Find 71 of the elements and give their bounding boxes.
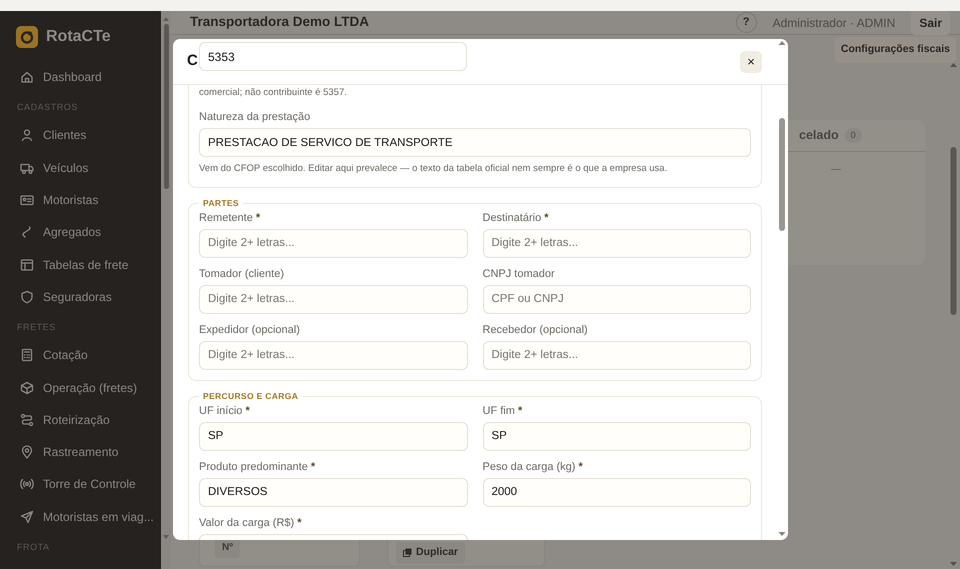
field-label: UF fim *: [482, 404, 524, 418]
cfop-field[interactable]: 5353: [199, 42, 467, 71]
page-scrollbar[interactable]: [949, 63, 958, 568]
field-label: Tomador (cliente): [199, 268, 285, 280]
company-name: Transportadora Demo LTDA: [190, 13, 370, 32]
copy-icon: [403, 548, 412, 558]
fiscal-settings-button[interactable]: Configurações fiscais: [834, 37, 956, 63]
close-button[interactable]: ×: [740, 50, 762, 72]
sidebar-item[interactable]: Seguradoras: [0, 280, 161, 314]
user-name: Administrador · ADMIN: [772, 14, 896, 32]
home-icon: [20, 70, 34, 84]
input-field[interactable]: 2000: [482, 478, 751, 506]
sidebar-item[interactable]: Agregados: [0, 216, 161, 248]
calculator-icon: [20, 348, 34, 362]
input-field[interactable]: SP: [482, 422, 751, 450]
person-icon: [20, 128, 34, 142]
shield-icon: [20, 290, 34, 304]
input-field[interactable]: Digite 2+ letras...: [482, 340, 751, 370]
sidebar-item[interactable]: Torre de Controle: [0, 468, 161, 501]
field-label: Recebedor (opcional): [482, 324, 589, 336]
input-field[interactable]: Digite 2+ letras...: [482, 228, 751, 258]
column-title: celado: [799, 127, 839, 144]
route-icon: [20, 412, 34, 427]
section-heading: FRETES: [16, 321, 57, 334]
sidebar-item[interactable]: Roteirização: [0, 404, 161, 436]
sidebar-scrollbar[interactable]: [162, 15, 170, 541]
brand-name: RotaCTe: [46, 27, 111, 47]
sidebar-item[interactable]: Dashboard: [0, 61, 161, 94]
input-field[interactable]: PRESTACAO DE SERVICO DE TRANSPORTE: [199, 128, 751, 158]
input-field[interactable]: SP: [199, 422, 468, 450]
section-legend: PERCURSO E CARGA: [199, 390, 302, 402]
field-label: CNPJ tomador: [482, 268, 556, 280]
input-field[interactable]: Digite 2+ letras...: [199, 228, 468, 258]
logo-icon: [16, 26, 38, 48]
sidebar-item[interactable]: Rastreamento: [0, 436, 161, 468]
table-icon: [20, 258, 34, 272]
sidebar-item[interactable]: Cotação: [0, 339, 161, 372]
field-label: UF início *: [199, 404, 251, 418]
field-label: Destinatário *: [482, 212, 550, 224]
help-text: comercial; não contribuinte é 5357.: [199, 86, 348, 100]
field-label: Natureza da prestação: [199, 111, 312, 124]
broadcast-icon: [20, 477, 34, 492]
field-label: Produto predominante *: [199, 460, 316, 474]
duplicate-button[interactable]: Duplicar: [396, 542, 466, 564]
input-field[interactable]: Digite 2+ letras...: [199, 340, 468, 370]
sidebar-item[interactable]: Tabelas de frete: [0, 248, 161, 281]
sidebar-item[interactable]: Veículos: [0, 152, 161, 184]
sidebar-item[interactable]: Motoristas em viag...: [0, 500, 161, 533]
input-field[interactable]: DIVERSOS: [199, 478, 468, 506]
field-label: Peso da carga (kg) *: [482, 460, 584, 474]
input-field[interactable]: Digite 2+ letras...: [199, 284, 468, 314]
map-pin-icon: [20, 445, 34, 460]
section-legend: PARTES: [199, 198, 243, 208]
field-label: Remetente *: [199, 212, 262, 224]
section-heading: FROTA: [16, 540, 51, 554]
field-label: Valor da carga (R$) *: [199, 516, 303, 530]
help-text: Vem do CFOP escolhido. Editar aqui prevalece — o texto da tabela oficial nem sempre é o que a empresa usa.: [199, 162, 668, 176]
sidebar-item[interactable]: Motoristas: [0, 184, 161, 216]
field-label: Expedidor (opcional): [199, 324, 301, 336]
logout-button[interactable]: Sair: [911, 11, 950, 34]
modal-title: C: [187, 51, 198, 72]
cube-icon: [20, 380, 34, 395]
input-field[interactable]: CPF ou CNPJ: [482, 284, 751, 314]
id-card-icon: [20, 193, 34, 208]
section-heading: CADASTROS: [16, 101, 79, 114]
sidebar-item[interactable]: Operação (fretes): [0, 371, 161, 404]
help-button[interactable]: ?: [736, 12, 757, 33]
sidebar-item[interactable]: Clientes: [0, 119, 161, 152]
send-icon: [20, 510, 34, 524]
empty-text: —: [831, 163, 842, 177]
count-badge: 0: [844, 128, 862, 144]
